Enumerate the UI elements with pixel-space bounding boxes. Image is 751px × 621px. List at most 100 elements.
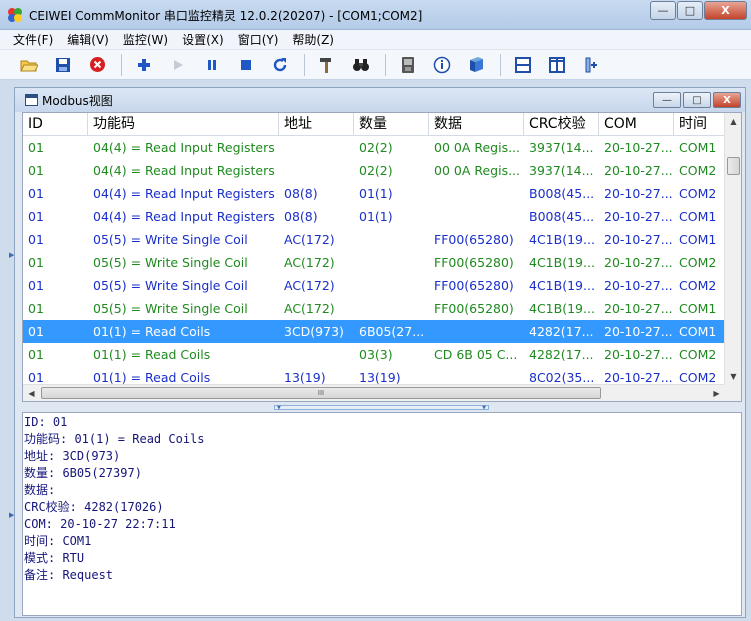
detail-line: 功能码: 01(1) = Read Coils — [24, 432, 205, 446]
menu-monitor[interactable]: 监控(W) — [116, 31, 175, 48]
table-row[interactable]: 01 05(5) = Write Single Coil AC(172) FF00(6… — [23, 297, 725, 320]
column-header-id[interactable]: ID — [23, 113, 88, 136]
detail-line: 数据: — [24, 483, 56, 497]
open-folder-icon[interactable] — [16, 52, 42, 78]
stop-red-icon[interactable] — [84, 52, 110, 78]
column-header-address[interactable]: 地址 — [279, 113, 354, 136]
cell-address: AC(172) — [284, 301, 335, 316]
cell-function: 04(4) = Read Input Registers — [93, 140, 275, 155]
cell-function: 05(5) = Write Single Coil — [93, 232, 248, 247]
modbus-view-titlebar: Modbus视图 — □ X — [15, 88, 745, 112]
pin-icon[interactable] — [578, 52, 604, 78]
close-button[interactable]: X — [704, 1, 747, 20]
cell-function: 01(1) = Read Coils — [93, 347, 211, 362]
cell-quantity — [354, 274, 429, 297]
cell-address: 08(8) — [284, 209, 318, 224]
app-logo-icon — [8, 8, 22, 22]
cell-com: 20-10-27... — [604, 140, 673, 155]
binoculars-icon[interactable] — [348, 52, 374, 78]
pause-icon[interactable] — [199, 52, 225, 78]
horizontal-scroll-thumb[interactable]: III — [41, 387, 601, 399]
vertical-scroll-thumb[interactable] — [727, 157, 740, 175]
cell-data: 00 0A Regis... — [434, 140, 521, 155]
cell-time: COM2 — [679, 278, 717, 293]
scroll-up-arrow-icon[interactable]: ▲ — [725, 113, 741, 130]
toolbar — [0, 50, 751, 80]
cell-crc: B008(45... — [529, 186, 595, 201]
cell-id: 01 — [28, 324, 44, 339]
cell-id: 01 — [28, 347, 44, 362]
vertical-scrollbar[interactable]: ▲ ▼ — [724, 113, 741, 385]
detail-line: ID: 01 — [24, 415, 68, 429]
horizontal-scrollbar[interactable]: ◀ III ▶ — [23, 384, 725, 401]
add-icon[interactable] — [131, 52, 157, 78]
table-row[interactable]: 01 05(5) = Write Single Coil AC(172) FF00(6… — [23, 251, 725, 274]
save-icon[interactable] — [50, 52, 76, 78]
cell-address: AC(172) — [284, 232, 335, 247]
side-marker-icon: ▶ — [9, 511, 15, 519]
info-icon[interactable] — [429, 52, 455, 78]
layout-vertical-icon[interactable] — [544, 52, 570, 78]
table-row[interactable]: 01 05(5) = Write Single Coil AC(172) FF00(6… — [23, 228, 725, 251]
play-icon[interactable] — [165, 52, 191, 78]
minimize-button[interactable]: — — [650, 1, 676, 20]
grid-header: ID 功能码 地址 数量 数据 CRC校验 COM 时间 — [23, 113, 725, 136]
cell-crc: B008(45... — [529, 209, 595, 224]
layout-horizontal-icon[interactable] — [510, 52, 536, 78]
child-close-button[interactable]: X — [713, 92, 741, 108]
menu-edit[interactable]: 编辑(V) — [60, 31, 116, 48]
cell-function: 04(4) = Read Input Registers — [93, 186, 275, 201]
stop-icon[interactable] — [233, 52, 259, 78]
table-row[interactable]: 01 04(4) = Read Input Registers 08(8) 01(1)… — [23, 182, 725, 205]
menu-file[interactable]: 文件(F) — [6, 31, 60, 48]
cell-time: COM1 — [679, 232, 717, 247]
maximize-button[interactable]: □ — [677, 1, 703, 20]
scrollbar-corner — [724, 384, 741, 401]
column-header-function[interactable]: 功能码 — [88, 113, 279, 136]
cell-com: 20-10-27... — [604, 301, 673, 316]
column-header-time[interactable]: 时间 — [674, 113, 725, 136]
refresh-icon[interactable] — [267, 52, 293, 78]
column-header-data[interactable]: 数据 — [429, 113, 524, 136]
table-row[interactable]: 01 04(4) = Read Input Registers 02(2) 00 0A… — [23, 159, 725, 182]
cell-data: FF00(65280) — [434, 278, 514, 293]
cell-quantity: 01(1) — [359, 186, 393, 201]
column-header-crc[interactable]: CRC校验 — [524, 113, 599, 136]
toolbar-separator — [385, 53, 386, 76]
book-icon[interactable] — [463, 52, 489, 78]
detail-line: COM: 20-10-27 22:7:11 — [24, 517, 176, 531]
table-row[interactable]: 01 04(4) = Read Input Registers 08(8) 01(1)… — [23, 205, 725, 228]
cell-time: COM2 — [679, 186, 717, 201]
detail-line: 时间: COM1 — [24, 534, 92, 548]
cell-data — [429, 320, 524, 343]
scroll-right-arrow-icon[interactable]: ▶ — [708, 385, 725, 401]
column-header-quantity[interactable]: 数量 — [354, 113, 429, 136]
splitter-handle[interactable]: ▼ ▼ — [274, 405, 489, 411]
child-minimize-button[interactable]: — — [653, 92, 681, 108]
cell-address — [279, 343, 354, 366]
table-row[interactable]: 01 01(1) = Read Coils 03(3) CD 6B 05 C... 42… — [23, 343, 725, 366]
title-bar: CEIWEI CommMonitor 串口监控精灵 12.0.2(20207) … — [0, 0, 751, 30]
hammer-icon[interactable] — [314, 52, 340, 78]
cell-time: COM1 — [679, 140, 717, 155]
column-header-com[interactable]: COM — [599, 113, 674, 136]
table-row[interactable]: 01 05(5) = Write Single Coil AC(172) FF00(6… — [23, 274, 725, 297]
cell-quantity: 6B05(27... — [359, 324, 425, 339]
modbus-view-window: Modbus视图 — □ X ID 功能码 地址 数量 数据 CRC校验 COM… — [14, 87, 746, 618]
cell-crc: 3937(14... — [529, 140, 594, 155]
toolbar-separator — [304, 53, 305, 76]
device-icon[interactable] — [395, 52, 421, 78]
toolbar-separator — [500, 53, 501, 76]
child-maximize-button[interactable]: □ — [683, 92, 711, 108]
menu-window[interactable]: 窗口(Y) — [231, 31, 286, 48]
cell-crc: 4282(17... — [529, 324, 594, 339]
table-row[interactable]: 01 04(4) = Read Input Registers 02(2) 00 0A… — [23, 136, 725, 159]
scroll-down-arrow-icon[interactable]: ▼ — [725, 368, 741, 385]
panel-splitter[interactable]: ▼ ▼ — [22, 403, 742, 412]
table-row[interactable]: 01 01(1) = Read Coils 3CD(973) 6B05(27... 42… — [23, 320, 725, 343]
menu-settings[interactable]: 设置(X) — [175, 31, 231, 48]
cell-com: 20-10-27... — [604, 255, 673, 270]
scroll-left-arrow-icon[interactable]: ◀ — [23, 385, 40, 401]
cell-id: 01 — [28, 232, 44, 247]
menu-help[interactable]: 帮助(Z) — [285, 31, 341, 48]
